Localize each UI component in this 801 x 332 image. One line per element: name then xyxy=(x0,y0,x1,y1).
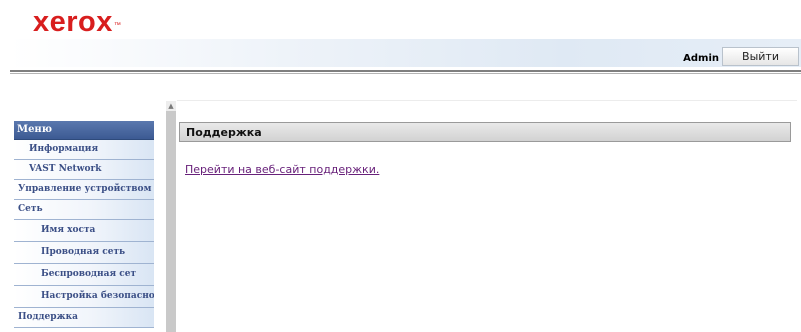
sidebar-item-vast-network[interactable]: VAST Network xyxy=(14,160,154,180)
sidebar-item-hostname[interactable]: Имя хоста xyxy=(14,220,154,242)
section-title: Поддержка xyxy=(179,122,791,142)
frame-border xyxy=(177,100,797,101)
sidebar-item-network[interactable]: Сеть xyxy=(14,200,154,220)
user-name: Admin xyxy=(683,53,719,64)
xerox-logo: xerox™ xyxy=(33,6,122,38)
logout-button[interactable]: Выйти xyxy=(722,47,799,66)
menu-title: Меню xyxy=(14,121,154,140)
support-website-link[interactable]: Перейти на веб-сайт поддержки. xyxy=(185,163,379,176)
sidebar-item-device-management[interactable]: Управление устройством xyxy=(14,180,154,200)
trademark-mark: ™ xyxy=(113,22,122,29)
sidebar-menu: Меню Информация VAST Network Управление … xyxy=(14,121,154,328)
header-divider-thin xyxy=(10,73,801,74)
sidebar-item-security-settings[interactable]: Настройка безопасности xyxy=(14,286,154,308)
sidebar-scrollbar[interactable] xyxy=(166,101,176,332)
scroll-up-arrow-icon[interactable]: ▲ xyxy=(166,101,176,111)
sidebar-item-info[interactable]: Информация xyxy=(14,140,154,160)
header-divider xyxy=(10,70,801,72)
sidebar-item-wired-network[interactable]: Проводная сеть xyxy=(14,242,154,264)
sidebar-item-support[interactable]: Поддержка xyxy=(14,308,154,328)
sidebar-item-wireless-network[interactable]: Беспроводная сет xyxy=(14,264,154,286)
